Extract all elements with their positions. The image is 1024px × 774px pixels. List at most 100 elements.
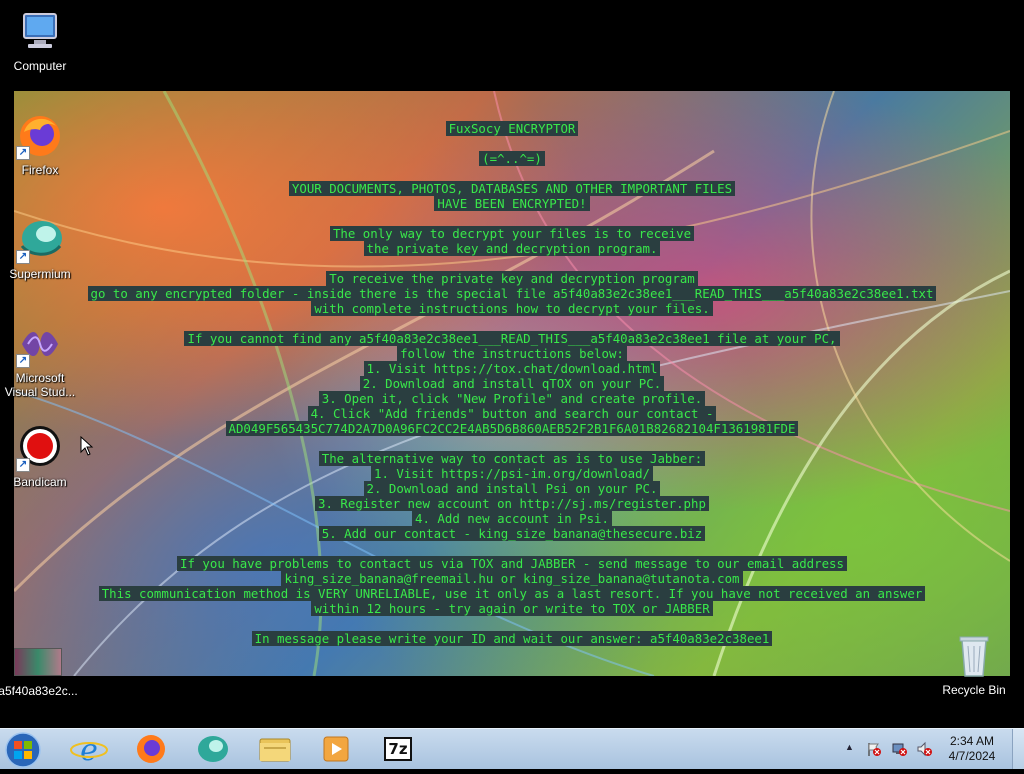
ransom-note-line: The only way to decrypt your files is to… bbox=[14, 226, 1010, 241]
ransom-note-line: AD049F565435C774D2A7D0A96FC2CC2E4AB5D6B8… bbox=[14, 421, 1010, 436]
ransom-note-text: AD049F565435C774D2A7D0A96FC2CC2E4AB5D6B8… bbox=[225, 421, 799, 436]
firefox-icon bbox=[137, 735, 165, 763]
ransom-note-line: 4. Click "Add friends" button and search… bbox=[14, 406, 1010, 421]
desktop-icon-firefox[interactable]: ↗ Firefox bbox=[0, 112, 80, 177]
taskbar: e 7z ▲ 2:34 AM 4/7/2024 bbox=[0, 728, 1024, 769]
ransom-note-line: FuxSocy ENCRYPTOR bbox=[14, 121, 1010, 136]
ransom-note-text: 2. Download and install Psi on your PC. bbox=[363, 481, 661, 496]
tray-overflow-chevron[interactable]: ▲ bbox=[845, 742, 854, 752]
ransom-note-text: HAVE BEEN ENCRYPTED! bbox=[434, 196, 590, 211]
start-button[interactable] bbox=[4, 731, 44, 768]
action-center-flag-icon[interactable] bbox=[866, 741, 882, 757]
ransom-note-line: To receive the private key and decryptio… bbox=[14, 271, 1010, 286]
desktop-icon-bandicam[interactable]: ↗ Bandicam bbox=[0, 424, 80, 489]
ransom-note-line: with complete instructions how to decryp… bbox=[14, 301, 1010, 316]
ransom-note-text: (=^..^=) bbox=[479, 151, 545, 166]
ransom-note-text: 3. Register new account on http://sj.ms/… bbox=[315, 496, 709, 511]
ransom-note-text: within 12 hours - try again or write to … bbox=[311, 601, 713, 616]
ransom-note-line: In message please write your ID and wait… bbox=[14, 631, 1010, 646]
ransom-note-text: 5. Add our contact - king_size_banana@th… bbox=[318, 526, 706, 541]
ransom-note-text: king_size_banana@freemail.hu or king_siz… bbox=[281, 571, 743, 586]
ransom-note-text: To receive the private key and decryptio… bbox=[326, 271, 698, 286]
ransom-note-line: 3. Open it, click "New Profile" and crea… bbox=[14, 391, 1010, 406]
ransom-note-line: 5. Add our contact - king_size_banana@th… bbox=[14, 526, 1010, 541]
ransom-note-line: The alternative way to contact as is to … bbox=[14, 451, 1010, 466]
ransom-note-text: The alternative way to contact as is to … bbox=[318, 451, 706, 466]
ransom-note-text: the private key and decryption program. bbox=[363, 241, 661, 256]
recycle-bin-icon bbox=[950, 632, 998, 680]
ransom-note-line: This communication method is VERY UNRELI… bbox=[14, 586, 1010, 601]
ransom-note-text: If you cannot find any a5f40a83e2c38ee1_… bbox=[184, 331, 840, 346]
mouse-cursor-icon bbox=[80, 436, 94, 456]
ransom-note-line: within 12 hours - try again or write to … bbox=[14, 601, 1010, 616]
taskbar-media-player[interactable] bbox=[310, 731, 364, 767]
ransom-note-line: follow the instructions below: bbox=[14, 346, 1010, 361]
desktop-icon-computer[interactable]: Computer bbox=[0, 8, 80, 73]
taskbar-internet-explorer[interactable]: e bbox=[62, 731, 116, 768]
shortcut-arrow-icon: ↗ bbox=[16, 354, 30, 368]
taskbar-firefox[interactable] bbox=[124, 731, 178, 767]
internet-explorer-icon: e bbox=[70, 733, 108, 768]
ransom-note-line: 2. Download and install Psi on your PC. bbox=[14, 481, 1010, 496]
ransom-note-line: the private key and decryption program. bbox=[14, 241, 1010, 256]
ransom-note-text: 4. Add new account in Psi. bbox=[412, 511, 612, 526]
desktop-icon-encrypted-file[interactable]: a5f40a83e2c... bbox=[0, 648, 78, 698]
windows-start-orb-icon bbox=[5, 732, 41, 768]
ransom-note-line: (=^..^=) bbox=[14, 151, 1010, 166]
desktop-icon-label: a5f40a83e2c... bbox=[0, 684, 78, 698]
visual-studio-icon: ↗ bbox=[16, 320, 64, 368]
shortcut-arrow-icon: ↗ bbox=[16, 458, 30, 472]
ransom-note-text: 1. Visit https://psi-im.org/download/ bbox=[370, 466, 653, 481]
ransom-note-text: This communication method is VERY UNRELI… bbox=[98, 586, 926, 601]
desktop-icon-label: Computer bbox=[13, 59, 67, 73]
taskbar-7zip[interactable]: 7z bbox=[372, 731, 426, 767]
desktop-icon-visual-studio[interactable]: ↗ Microsoft Visual Stud... bbox=[0, 320, 80, 399]
ransom-note-text: 2. Download and install qTOX on your PC. bbox=[359, 376, 665, 391]
ransom-note-line: 4. Add new account in Psi. bbox=[14, 511, 1010, 526]
ransom-note-text: 1. Visit https://tox.chat/download.html bbox=[363, 361, 661, 376]
volume-muted-icon[interactable] bbox=[916, 741, 932, 757]
bandicam-icon: ↗ bbox=[16, 424, 64, 472]
ransom-note-line: If you cannot find any a5f40a83e2c38ee1_… bbox=[14, 331, 1010, 346]
taskbar-file-explorer[interactable] bbox=[248, 731, 302, 767]
desktop-icon-recycle-bin[interactable]: Recycle Bin bbox=[934, 632, 1014, 697]
taskbar-supermium[interactable] bbox=[186, 731, 240, 767]
wallpaper-thumbnail-icon bbox=[14, 648, 62, 676]
ransom-note-line: king_size_banana@freemail.hu or king_siz… bbox=[14, 571, 1010, 586]
folder-icon bbox=[259, 738, 291, 762]
supermium-icon bbox=[198, 736, 228, 762]
ransom-note-line: YOUR DOCUMENTS, PHOTOS, DATABASES AND OT… bbox=[14, 181, 1010, 196]
desktop-icon-label: Firefox bbox=[21, 163, 59, 177]
network-icon[interactable] bbox=[891, 741, 907, 757]
ransom-note-text: The only way to decrypt your files is to… bbox=[329, 226, 695, 241]
7zip-icon: 7z bbox=[384, 737, 412, 761]
supermium-icon: ↗ bbox=[16, 216, 64, 264]
desktop-icon-label: Bandicam bbox=[13, 475, 67, 489]
ransom-note-text: with complete instructions how to decryp… bbox=[311, 301, 713, 316]
desktop-icon-label: Supermium bbox=[9, 267, 71, 281]
media-player-icon bbox=[323, 736, 349, 762]
desktop-icon-label: Recycle Bin bbox=[942, 683, 1006, 697]
ransom-note-line: 1. Visit https://tox.chat/download.html bbox=[14, 361, 1010, 376]
ransom-note-text: 4. Click "Add friends" button and search… bbox=[307, 406, 717, 421]
ransom-note-line: 2. Download and install qTOX on your PC. bbox=[14, 376, 1010, 391]
ransom-note-line: go to any encrypted folder - inside ther… bbox=[14, 286, 1010, 301]
ransom-note-text: follow the instructions below: bbox=[397, 346, 627, 361]
ransom-note-line: HAVE BEEN ENCRYPTED! bbox=[14, 196, 1010, 211]
ransom-note-text: YOUR DOCUMENTS, PHOTOS, DATABASES AND OT… bbox=[288, 181, 736, 196]
ransom-note-line: If you have problems to contact us via T… bbox=[14, 556, 1010, 571]
shortcut-arrow-icon: ↗ bbox=[16, 250, 30, 264]
desktop-icon-supermium[interactable]: ↗ Supermium bbox=[0, 216, 80, 281]
show-desktop-button[interactable] bbox=[1012, 729, 1024, 769]
ransom-note-text: If you have problems to contact us via T… bbox=[177, 556, 847, 571]
desktop-icon-label: Microsoft Visual Stud... bbox=[4, 371, 76, 399]
firefox-icon: ↗ bbox=[16, 112, 64, 160]
computer-icon bbox=[16, 8, 64, 56]
ransom-note-line: 1. Visit https://psi-im.org/download/ bbox=[14, 466, 1010, 481]
ransom-note-text: 3. Open it, click "New Profile" and crea… bbox=[318, 391, 706, 406]
clock-time: 2:34 AM bbox=[949, 734, 995, 748]
ransom-note-line: 3. Register new account on http://sj.ms/… bbox=[14, 496, 1010, 511]
shortcut-arrow-icon: ↗ bbox=[16, 146, 30, 160]
ransom-note-text: FuxSocy ENCRYPTOR bbox=[445, 121, 579, 136]
tray-clock[interactable]: 2:34 AM 4/7/2024 bbox=[946, 734, 998, 764]
